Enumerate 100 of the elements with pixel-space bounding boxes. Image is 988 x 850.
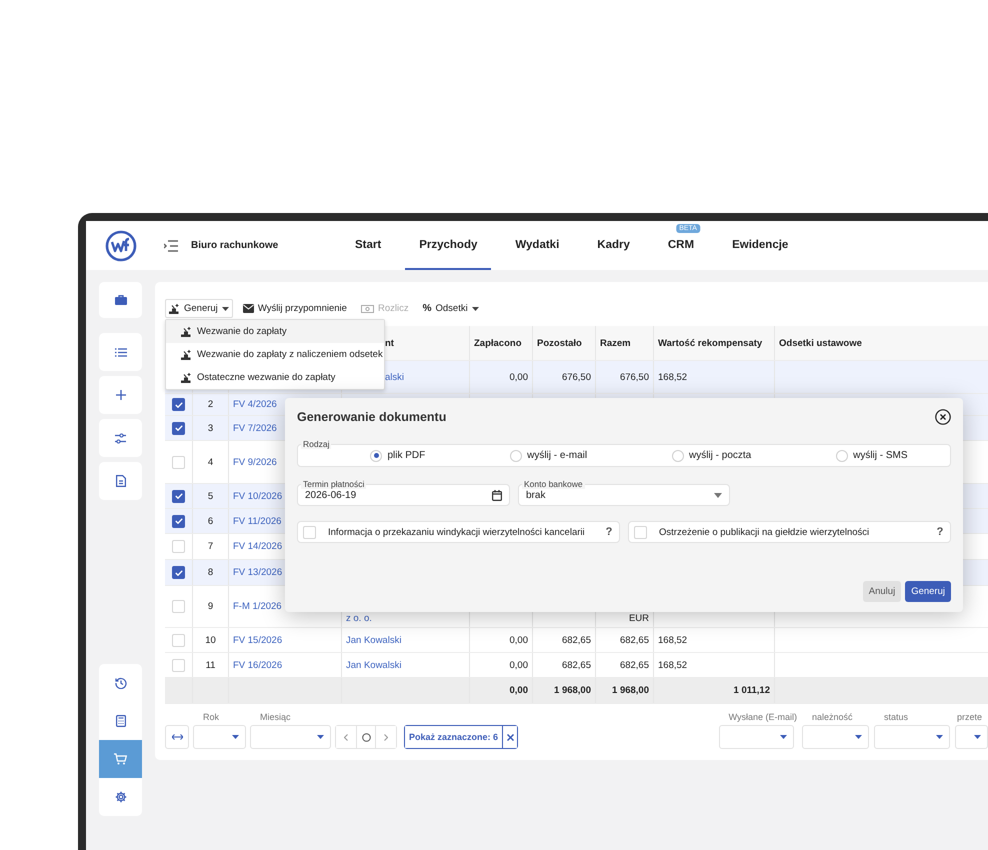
total-amount: 0,00 [510, 685, 528, 696]
toolbar-button[interactable]: Wyślij przypomnienie [238, 299, 351, 318]
field-value: brak [526, 490, 546, 500]
row-number: 5 [208, 490, 214, 502]
close-icon [935, 409, 951, 425]
total-amount: 1 968,00 [554, 685, 591, 696]
row-checkbox[interactable] [172, 422, 185, 434]
dialog-button[interactable]: Generuj [905, 581, 951, 602]
client-link[interactable]: Jan Kowalski [346, 660, 402, 670]
dialog-title: Generowanie dokumentu [297, 410, 446, 424]
client-link[interactable]: z o. o. [346, 613, 372, 624]
filter-select[interactable] [874, 725, 950, 749]
menu-item[interactable]: Wezwanie do zapłaty [166, 320, 384, 343]
reset-button[interactable] [356, 726, 376, 748]
company-name: Biuro rachunkowe [191, 240, 280, 251]
horizontal-arrows-icon [172, 734, 182, 740]
nav-tab[interactable]: Wydatki [501, 221, 574, 270]
row-checkbox[interactable] [172, 514, 185, 528]
sidebar-button[interactable] [99, 282, 142, 318]
amount-cell: 682,65 [562, 660, 591, 670]
chevron-left-icon [344, 734, 348, 740]
filter-select[interactable] [250, 725, 331, 749]
invoice-link[interactable]: FV 15/2026 [233, 634, 282, 646]
help-icon[interactable]: ? [599, 526, 619, 538]
radio-option[interactable]: plik PDF [370, 450, 426, 462]
column-header: Wartość rekompensaty [654, 326, 775, 360]
client-link[interactable]: alski [385, 372, 404, 382]
menu-item-label: Wezwanie do zapłaty [197, 326, 287, 337]
row-checkbox[interactable] [172, 490, 185, 502]
checkmark-icon [174, 425, 182, 431]
amount-cell: 676,50 [562, 372, 591, 382]
column-header: Pozostało [533, 326, 596, 360]
help-icon[interactable]: ? [930, 526, 950, 538]
invoice-link[interactable]: FV 16/2026 [233, 660, 282, 670]
client-link[interactable]: Jan Kowalski [346, 634, 402, 646]
row-number: 2 [208, 399, 214, 410]
checkbox-label: Informacja o przekazaniu windykacji wierzytelności kancelarii [328, 526, 586, 538]
toolbar-button[interactable]: % Odsetki [418, 299, 483, 318]
toolbar-button[interactable]: Generuj [165, 299, 233, 318]
filter-select[interactable] [718, 725, 794, 749]
row-number: 10 [205, 634, 216, 646]
calculator-icon [116, 715, 126, 727]
sidebar-button[interactable] [99, 419, 142, 457]
radio-option[interactable]: wyślij - SMS [836, 450, 908, 462]
invoice-link[interactable]: FV 11/2026 [233, 516, 282, 526]
cart-icon [114, 753, 127, 765]
row-number: 7 [208, 541, 214, 552]
show-selected-button[interactable]: Pokaż zaznaczone: 6 [405, 726, 504, 748]
close-button[interactable] [935, 409, 951, 425]
radio-button[interactable] [510, 450, 522, 462]
sidebar-button[interactable] [99, 740, 142, 778]
radio-button[interactable] [370, 450, 382, 462]
banknote-icon [360, 304, 374, 312]
caret-icon [317, 735, 324, 739]
column-header: Odsetki ustawowe [775, 326, 988, 360]
filter-label: status [883, 712, 910, 722]
list-icon [114, 348, 126, 356]
invoice-link[interactable]: FV 7/2026 [233, 422, 277, 434]
caret-icon [855, 735, 862, 739]
nav-tab[interactable]: Przychody [405, 221, 492, 270]
field-label: Rodzaj [301, 439, 332, 449]
checkbox[interactable] [303, 526, 316, 538]
nav-tab[interactable]: Ewidencje [718, 221, 802, 270]
caret-icon [714, 492, 722, 498]
radio-button[interactable] [672, 450, 684, 462]
history-icon [114, 677, 126, 689]
row-checkbox[interactable] [172, 398, 185, 411]
radio-option[interactable]: wyślij - poczta [672, 450, 752, 462]
dialog-button[interactable]: Anuluj [862, 581, 902, 602]
sliders-icon [115, 432, 126, 444]
invoice-link[interactable]: FV 13/2026 [233, 567, 282, 578]
invoice-link[interactable]: F-M 1/2026 [233, 601, 282, 612]
nav-tab[interactable]: Start [341, 221, 396, 270]
table-row[interactable]: 10 FV 15/2026 Jan Kowalski 0,00 682,65 682,65 168,52 [165, 628, 988, 653]
filter-select[interactable] [802, 725, 869, 749]
amount-cell: 168,52 [658, 372, 688, 382]
checkmark-icon [174, 570, 182, 576]
document-icon [116, 475, 126, 487]
menu-icon[interactable] [164, 240, 178, 252]
amount-cell: 682,65 [620, 660, 649, 670]
radio-button[interactable] [836, 450, 848, 462]
filter-label: Miesiąc [259, 712, 292, 722]
filter-label: należność [811, 712, 854, 722]
sidebar-button[interactable] [99, 462, 142, 500]
row-number: 3 [208, 422, 214, 434]
checkbox[interactable] [634, 526, 647, 538]
row-checkbox[interactable] [172, 566, 185, 579]
radio-option[interactable]: wyślij - e-mail [510, 450, 588, 462]
nav-tab[interactable]: Kadry [583, 221, 644, 270]
field-label: Konto bankowe [522, 479, 585, 489]
radio-label: plik PDF [387, 450, 426, 461]
chevron-right-icon [384, 734, 388, 740]
invoice-link[interactable]: FV 4/2026 [233, 399, 277, 410]
expand-button[interactable] [165, 725, 189, 749]
filter-select[interactable] [955, 725, 988, 749]
invoice-link[interactable]: FV 14/2026 [233, 541, 282, 552]
menu-item[interactable]: Ostateczne wezwanie do zapłaty [166, 366, 384, 389]
invoice-link[interactable]: FV 9/2026 [233, 456, 277, 468]
settings-icon [114, 791, 126, 803]
invoice-link[interactable]: FV 10/2026 [233, 490, 282, 502]
